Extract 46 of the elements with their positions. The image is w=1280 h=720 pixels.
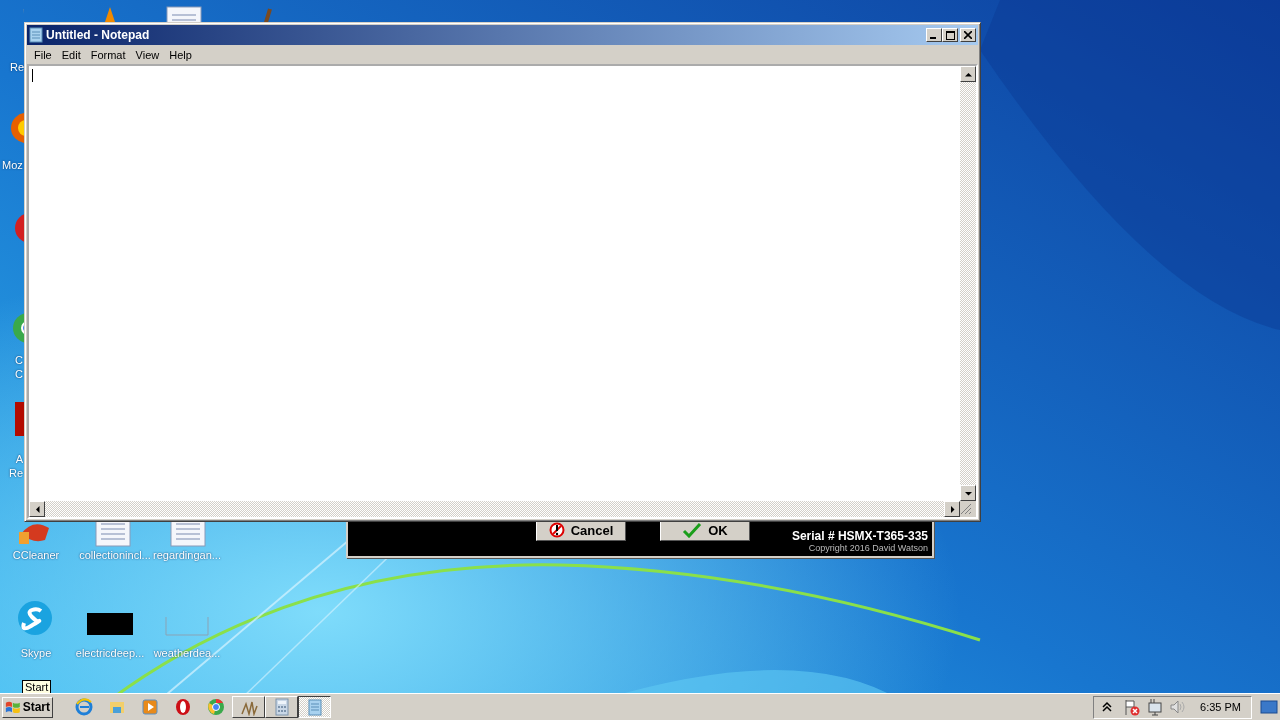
calculator-icon [272, 698, 291, 716]
arrow-icon[interactable] [33, 505, 41, 513]
resize-grip-icon [960, 503, 972, 515]
icon-label: Moz [2, 158, 23, 172]
icon-label: collectionincl... [79, 548, 151, 562]
browser-icon [74, 698, 93, 716]
opera-icon [173, 698, 192, 716]
icon-label: regardingan... [153, 548, 221, 562]
taskbar-button[interactable] [298, 696, 331, 718]
document-icon[interactable] [168, 522, 208, 550]
chrome-icon [206, 698, 225, 716]
clock[interactable]: 6:35 PM [1200, 701, 1241, 713]
icon-label: electricdeep... [75, 646, 145, 660]
icon-label: Re [10, 60, 25, 74]
icon-label: A Re [8, 452, 23, 480]
menu-item[interactable]: Help [164, 48, 197, 61]
checkmark-icon [682, 522, 703, 538]
no-entry-icon [548, 522, 565, 538]
network-icon[interactable] [1146, 698, 1165, 716]
speaker-icon[interactable] [1169, 698, 1188, 716]
notepad-icon [29, 27, 43, 43]
menu-item[interactable]: View [130, 48, 165, 61]
menu-item[interactable]: File [29, 48, 57, 61]
arrow-icon[interactable] [964, 70, 972, 78]
notepad-icon [305, 698, 324, 716]
close-button[interactable] [960, 28, 976, 42]
menu-item[interactable]: Edit [56, 48, 86, 61]
window-title: Untitled - Notepad [46, 28, 151, 42]
media-player-icon [140, 698, 159, 716]
icon-label: CCleaner [12, 548, 60, 562]
close-icon [964, 31, 972, 39]
windows-logo-icon[interactable] [5, 699, 21, 715]
copyright-text: Copyright 2016 David Watson [808, 543, 928, 553]
start-button[interactable]: Start [2, 696, 53, 718]
document-icon[interactable] [164, 5, 204, 22]
icon-label: C C [15, 353, 23, 381]
serial-number: Serial # HSMX-T365-335 [791, 529, 928, 543]
maximize-button[interactable] [942, 28, 958, 42]
maximize-icon [945, 30, 955, 40]
menu-item[interactable]: Format [85, 48, 131, 61]
icon-label: Skype [20, 646, 52, 660]
document-icon[interactable] [93, 522, 133, 550]
vertical-scrollbar[interactable] [960, 66, 976, 501]
show-desktop-icon[interactable] [1260, 700, 1278, 714]
minimize-button[interactable] [926, 28, 942, 42]
flag-error-icon[interactable] [1123, 698, 1142, 716]
